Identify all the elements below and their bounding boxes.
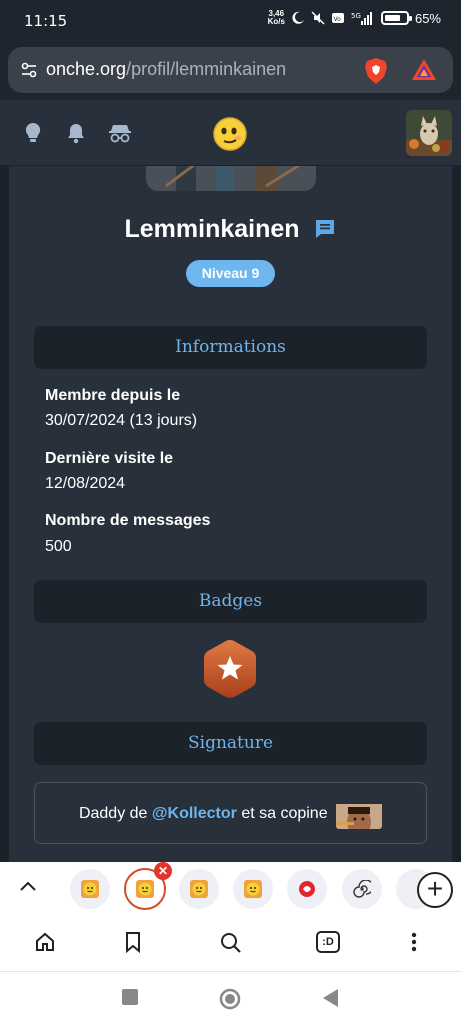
smiley-favicon-icon bbox=[190, 880, 208, 898]
home-circle-icon[interactable] bbox=[219, 988, 241, 1010]
mute-icon bbox=[311, 11, 325, 25]
browser-toolbar: onche.org/profil/lemminkainen bbox=[0, 42, 461, 100]
user-avatar[interactable] bbox=[406, 110, 452, 156]
lightbulb-icon[interactable] bbox=[24, 122, 42, 144]
signature-header: Signature bbox=[34, 722, 427, 765]
bell-icon[interactable] bbox=[66, 122, 86, 144]
red-swirl-icon bbox=[299, 881, 315, 897]
profile-banner bbox=[146, 166, 316, 191]
smiley-icon[interactable] bbox=[212, 116, 248, 152]
signal-5g-icon: 5G bbox=[351, 12, 372, 25]
more-menu-icon[interactable] bbox=[410, 931, 418, 953]
battery-level: 65% bbox=[414, 10, 441, 26]
smiley-favicon-icon bbox=[136, 880, 154, 898]
profile-username: Lemminkainen bbox=[9, 214, 452, 244]
member-since-label: Membre depuis le bbox=[45, 387, 181, 404]
volte-icon: Vo bbox=[331, 13, 344, 23]
smiley-favicon-icon bbox=[244, 880, 262, 898]
status-time: 11:15 bbox=[24, 12, 68, 30]
network-speed: 3,46 Ko/s bbox=[267, 9, 285, 26]
status-icons: 3,46 Ko/s Vo 5G 65% bbox=[268, 10, 441, 26]
incognito-icon[interactable] bbox=[108, 122, 132, 144]
site-header bbox=[0, 100, 461, 166]
tab-switcher-bar: ✕ + bbox=[0, 862, 461, 916]
level-badge: Niveau 9 bbox=[186, 260, 275, 287]
browser-bottom-nav: :D bbox=[0, 916, 461, 972]
bookmark-icon[interactable] bbox=[124, 931, 142, 953]
svg-text:5G: 5G bbox=[351, 12, 361, 20]
bat-rewards-icon[interactable] bbox=[411, 58, 437, 82]
page-content: Lemminkainen Niveau 9 Informations Membr… bbox=[0, 166, 461, 862]
close-tab-icon[interactable]: ✕ bbox=[154, 862, 172, 880]
profile-card: Lemminkainen Niveau 9 Informations Membr… bbox=[9, 166, 452, 862]
signature-box: Daddy de @Kollector et sa copine bbox=[34, 782, 427, 844]
badges-header: Badges bbox=[34, 580, 427, 623]
tab-smiley-1[interactable] bbox=[70, 869, 110, 909]
home-icon[interactable] bbox=[34, 931, 56, 953]
address-bar[interactable]: onche.org/profil/lemminkainen bbox=[8, 47, 453, 93]
recents-icon[interactable] bbox=[121, 988, 139, 1006]
tab-spiral-site[interactable] bbox=[342, 869, 382, 909]
svg-text:Vo: Vo bbox=[333, 16, 341, 23]
status-bar: 11:15 3,46 Ko/s Vo 5G 65% bbox=[0, 0, 461, 42]
system-nav-bar bbox=[0, 972, 461, 1024]
battery-icon bbox=[380, 11, 412, 25]
mention-link[interactable]: @Kollector bbox=[152, 805, 237, 822]
moon-icon bbox=[292, 11, 304, 24]
chevron-up-icon[interactable] bbox=[18, 879, 38, 893]
tab-red-site[interactable] bbox=[287, 869, 327, 909]
tab-smiley-3[interactable] bbox=[179, 869, 219, 909]
message-icon[interactable] bbox=[313, 217, 337, 241]
messages-count-value: 500 bbox=[45, 538, 72, 555]
star-badge-icon[interactable] bbox=[202, 638, 258, 700]
tab-smiley-4[interactable] bbox=[233, 869, 273, 909]
spiral-icon bbox=[353, 880, 371, 898]
new-tab-button[interactable]: + bbox=[417, 872, 453, 908]
site-settings-icon[interactable] bbox=[20, 61, 38, 79]
last-visit-label: Dernière visite le bbox=[45, 450, 174, 467]
tab-smiley-active[interactable]: ✕ bbox=[124, 862, 172, 910]
informations-header: Informations bbox=[34, 326, 427, 369]
smiley-favicon-icon bbox=[81, 880, 99, 898]
messages-count-label: Nombre de messages bbox=[45, 512, 211, 529]
signature-image bbox=[336, 799, 383, 829]
back-icon[interactable] bbox=[322, 988, 340, 1008]
brave-shields-icon[interactable] bbox=[363, 57, 389, 85]
search-icon[interactable] bbox=[219, 931, 243, 955]
member-since-value: 30/07/2024 (13 jours) bbox=[45, 412, 198, 429]
url-text[interactable]: onche.org/profil/lemminkainen bbox=[46, 59, 286, 80]
last-visit-value: 12/08/2024 bbox=[45, 475, 126, 492]
tabs-button[interactable]: :D bbox=[316, 931, 340, 953]
